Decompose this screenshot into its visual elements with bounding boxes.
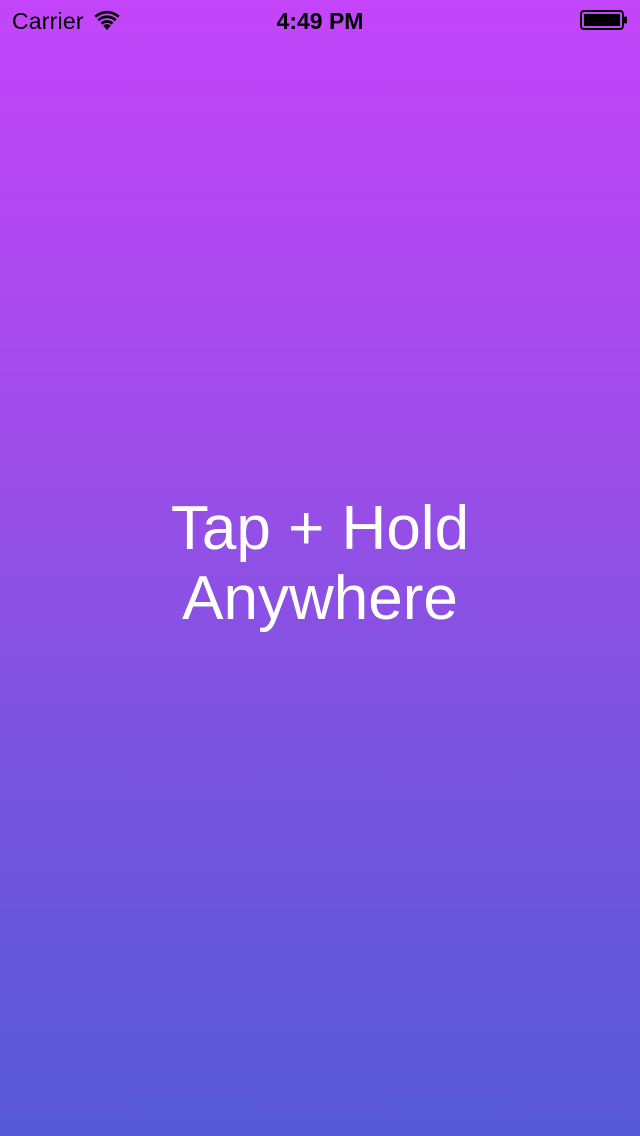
battery-icon bbox=[580, 10, 628, 30]
tap-hold-screen[interactable]: Carrier 4:49 PM Tap + Hold Anywhere bbox=[0, 0, 640, 1136]
status-bar: Carrier 4:49 PM bbox=[0, 0, 640, 40]
instruction-line-1: Tap + Hold bbox=[170, 494, 470, 563]
status-time: 4:49 PM bbox=[276, 8, 364, 34]
tap-hold-instruction: Tap + Hold Anywhere bbox=[0, 494, 640, 634]
instruction-line-2: Anywhere bbox=[182, 564, 458, 633]
